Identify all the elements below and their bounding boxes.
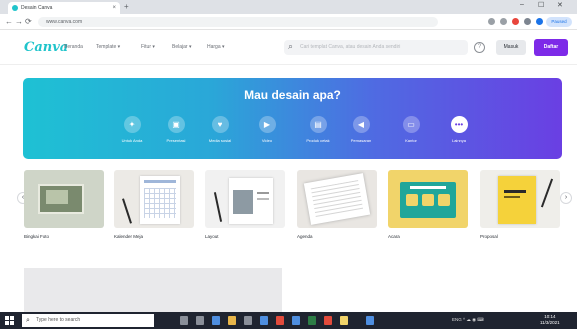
template-thumbnail [24,170,104,228]
chrome-taskbar-icon[interactable] [366,316,374,325]
category-more[interactable]: ••• Lainnya [439,116,479,143]
category-presentation[interactable]: ▣ Presentasi [156,116,196,143]
template-thumbnail [297,170,377,228]
app-icon[interactable] [276,316,284,325]
category-print[interactable]: ▤ Produk cetak [298,116,338,143]
category-label: Video [261,138,273,143]
template-name: Acara [388,234,400,239]
template-card-desk-calendar[interactable]: Kalender Meja [114,170,194,239]
taskbar: ⌕ Type here to search ENG ^ ☁ ◉ ⌨ 10:14 … [0,312,577,329]
address-bar: ← → ⟳ www.canva.com Paused [0,14,577,30]
template-card-layout[interactable]: Layout [205,170,285,239]
template-thumbnail [480,170,560,228]
signup-button[interactable]: Daftar [534,39,568,56]
taskbar-search-input[interactable]: ⌕ Type here to search [22,314,154,327]
template-name: Agenda [297,234,313,239]
category-video[interactable]: ▶ Video [247,116,287,143]
search-icon: ⌕ [288,41,294,51]
app-icon[interactable] [292,316,300,325]
task-view-icon[interactable] [180,316,188,325]
carousel-next-button[interactable]: › [560,192,572,204]
taskbar-search-placeholder: Type here to search [36,317,81,323]
template-name: Proposal [480,234,498,239]
category-label: Media sosial [208,138,232,143]
hero-banner: Mau desain apa? ✦ Untuk Anda ▣ Presentas… [23,78,562,159]
app-icon[interactable] [340,316,348,325]
app-icon[interactable] [244,316,252,325]
maximize-button[interactable]: ☐ [538,1,544,9]
template-thumbnail [205,170,285,228]
template-thumbnail [114,170,194,228]
category-social-media[interactable]: ♥ Media sosial [200,116,240,143]
template-card-agenda[interactable]: Agenda [297,170,377,239]
presentation-icon: ▣ [167,116,185,133]
login-button[interactable]: Masuk [496,40,526,55]
hero-title: Mau desain apa? [244,88,341,102]
system-tray[interactable]: ENG ^ ☁ ◉ ⌨ [452,317,484,323]
back-button[interactable]: ← [5,16,13,28]
extensions-puzzle-icon[interactable] [524,18,531,25]
taskbar-clock[interactable]: 10:14 11/3/2021 [540,314,560,326]
app-icon[interactable] [212,316,220,325]
file-explorer-icon[interactable] [228,316,236,325]
canva-favicon-icon [12,5,18,11]
help-icon[interactable]: ? [474,42,485,53]
category-label: Untuk Anda [121,138,143,143]
category-label: Produk cetak [306,138,330,143]
url-field[interactable]: www.canva.com [38,17,438,27]
canva-logo[interactable]: Canva [24,40,68,55]
close-window-button[interactable]: ✕ [557,1,563,9]
more-icon: ••• [450,116,468,133]
template-name: Kalender Meja [114,234,144,239]
briefcase-icon: ▭ [402,116,420,133]
template-name: Bingkai Foto [24,234,50,239]
nav-features[interactable]: Fitur ▾ [141,44,155,50]
extension-icon[interactable] [500,18,507,25]
category-label: Presentasi [166,138,186,143]
app-icon[interactable] [308,316,316,325]
category-label: Lainnya [451,138,466,143]
canva-header: Canva Beranda Template ▾ Fitur ▾ Belajar… [0,31,577,65]
reload-button[interactable]: ⟳ [25,16,32,28]
tab-title: Desain Canva [21,5,53,11]
category-for-you[interactable]: ✦ Untuk Anda [112,116,152,143]
template-name: Layout [205,234,219,239]
video-icon: ▶ [258,116,276,133]
star-icon[interactable] [488,18,495,25]
category-label: Pemasaran [350,138,372,143]
search-icon: ⌕ [26,317,30,324]
app-icon[interactable] [196,316,204,325]
browser-tab-strip: Desain Canva × + – ☐ ✕ [0,0,577,14]
avatar[interactable] [536,18,543,25]
category-marketing[interactable]: ◀ Pemasaran [341,116,381,143]
nav-learn[interactable]: Belajar ▾ [172,44,191,50]
nav-home[interactable]: Beranda [64,44,83,50]
category-office[interactable]: ▭ Kantor [391,116,431,143]
tab-close-icon[interactable]: × [112,5,116,11]
app-icon[interactable] [260,316,268,325]
category-label: Kantor [405,138,417,143]
template-card-proposal[interactable]: Proposal [480,170,560,239]
search-input[interactable]: ⌕ Cari templat Canva, atau desain Anda s… [284,40,468,55]
windows-start-icon[interactable] [5,316,14,325]
sparkle-icon: ✦ [123,116,141,133]
nav-templates[interactable]: Template ▾ [96,44,120,50]
heart-icon: ♥ [211,116,229,133]
content-placeholder [24,268,282,312]
print-icon: ▤ [309,116,327,133]
forward-button[interactable]: → [15,16,23,28]
minimize-button[interactable]: – [520,1,524,8]
extension-red-icon[interactable] [512,18,519,25]
template-thumbnail [388,170,468,228]
profile-chip[interactable]: Paused [546,17,572,27]
template-card-photo-frame[interactable]: Bingkai Foto [24,170,104,239]
template-card-event[interactable]: Acara [388,170,468,239]
megaphone-icon: ◀ [352,116,370,133]
browser-tab[interactable]: Desain Canva × [8,2,120,14]
nav-pricing[interactable]: Harga ▾ [207,44,225,50]
app-icon[interactable] [324,316,332,325]
clock-date: 11/3/2021 [540,320,560,325]
new-tab-button[interactable]: + [124,2,129,12]
search-placeholder: Cari templat Canva, atau desain Anda sen… [300,44,401,50]
